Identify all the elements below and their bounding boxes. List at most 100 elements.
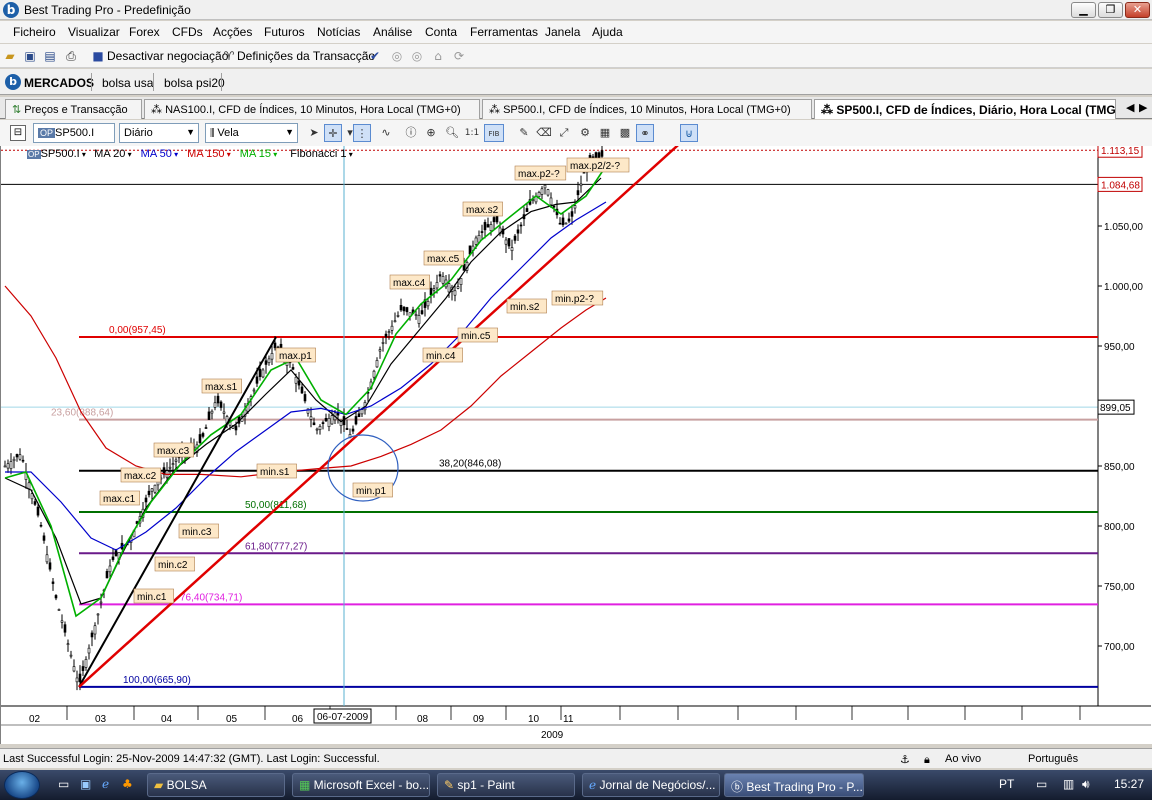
transaction-settings-icon[interactable]: ♈ [221, 48, 237, 64]
candle-body [567, 218, 571, 222]
taskbar-item-bolsa[interactable]: ▰ BOLSA [147, 773, 285, 797]
magnify-tool-icon[interactable]: 🔍︎ [443, 124, 461, 142]
tab-prices-transactions[interactable]: ⇅ Preços e Transacção [5, 99, 142, 119]
back-icon[interactable]: ◎ [389, 48, 405, 64]
minimize-button[interactable]: ▁ [1071, 2, 1096, 18]
tray-network-icon[interactable]: ▭ [1036, 777, 1047, 791]
open-icon[interactable]: ▰ [2, 48, 18, 64]
menu-noticias[interactable]: Notícias [317, 25, 360, 39]
tray-volume-icon[interactable]: 🔊︎ [1082, 777, 1090, 792]
template-tool-icon[interactable]: ▦ [596, 124, 614, 142]
candle-body [438, 274, 442, 277]
quicklaunch-explorer-icon[interactable]: ▣ [80, 777, 91, 791]
legend-ma150[interactable]: MA 150 [187, 148, 224, 160]
annotation-label: min.c5 [461, 331, 491, 342]
tab-bolsa-usa[interactable]: bolsa usa [94, 72, 161, 94]
candle-body [63, 624, 67, 633]
candle-body [45, 554, 49, 563]
menu-forex[interactable]: Forex [129, 25, 160, 39]
indicator-tool-icon[interactable]: ∿ [377, 124, 395, 142]
tab-sp500-10min[interactable]: ⁂ SP500.I, CFD de Índices, 10 Minutos, H… [482, 99, 812, 119]
menu-futuros[interactable]: Futuros [264, 25, 305, 39]
eraser-tool-icon[interactable]: ⌫ [535, 124, 553, 142]
tab-nas100-10min[interactable]: ⁂ NAS100.I, CFD de Índices, 10 Minutos, … [144, 99, 480, 119]
chart-area[interactable]: 700,00750,00800,00850,00900,00950,001.00… [0, 146, 1152, 744]
menu-visualizar[interactable]: Visualizar [68, 25, 120, 39]
transaction-settings-button[interactable]: Definições da Transacção [237, 49, 375, 63]
candle-body [303, 394, 307, 402]
save-icon[interactable]: ▣ [22, 48, 38, 64]
taskbar-item-excel[interactable]: ▦ Microsoft Excel - bo... [292, 773, 430, 797]
fibonacci-tool-button[interactable]: FIB [484, 124, 504, 142]
expand-tool-icon[interactable]: ⤢ [555, 124, 573, 142]
tab-scroll-right-icon[interactable]: ▶ [1139, 101, 1147, 114]
pointer-tool-icon[interactable]: ➤ [305, 124, 323, 142]
candle-body [489, 224, 493, 232]
start-button[interactable] [4, 771, 40, 799]
period-select[interactable]: Diário ▼ [119, 123, 199, 143]
taskbar-item-browser[interactable]: ℯ Jornal de Negócios/... [582, 773, 720, 797]
magnet-tool-icon[interactable]: ⊍ [680, 124, 698, 142]
zoom-tool-icon[interactable]: ⊕ [422, 124, 440, 142]
tray-language[interactable]: PT [999, 777, 1014, 791]
tab-scroll-left-icon[interactable]: ◀ [1126, 101, 1134, 114]
settings-tool-icon[interactable]: ⚙ [576, 124, 594, 142]
candle-body [354, 416, 358, 425]
candle-body [261, 369, 265, 378]
legend-fibonacci[interactable]: Fibonacci 1 [290, 148, 346, 160]
home-icon[interactable]: ⌂ [430, 48, 446, 64]
forward-icon[interactable]: ◎ [409, 48, 425, 64]
save-all-icon[interactable]: ▤ [42, 48, 58, 64]
draw-tool-icon[interactable]: ✎ [515, 124, 533, 142]
candle-body [324, 417, 328, 422]
symbol-field[interactable]: OP SP500.I [33, 123, 115, 143]
language-status[interactable]: Português [1028, 753, 1078, 765]
deactivate-trading-icon[interactable]: ■ [90, 48, 106, 64]
check-icon[interactable]: ✔ [367, 48, 383, 64]
quicklaunch-app-icon[interactable]: ♣ [122, 777, 133, 791]
price-chart[interactable]: 700,00750,00800,00850,00900,00950,001.00… [1, 146, 1151, 744]
menu-ajuda[interactable]: Ajuda [592, 25, 623, 39]
annotation-label: min.c1 [137, 592, 167, 603]
refresh-icon[interactable]: ⟳ [451, 48, 467, 64]
menu-accoes[interactable]: Acções [213, 25, 252, 39]
candle-body [99, 601, 103, 604]
tab-sp500-daily[interactable]: ⁂ SP500.I, CFD de Índices, Diário, Hora … [814, 99, 1116, 119]
legend-symbol[interactable]: SP500.I [41, 148, 80, 160]
chart-style-select[interactable]: ⫼ Vela ▼ [205, 123, 298, 143]
close-button[interactable]: ✕ [1125, 2, 1150, 18]
menu-ferramentas[interactable]: Ferramentas [470, 25, 538, 39]
layout-tool-icon[interactable]: ▩ [616, 124, 634, 142]
info-tool-icon[interactable]: ⓘ [402, 124, 420, 142]
print-icon[interactable]: ⎙ [63, 48, 79, 64]
crosshair-tool-icon[interactable]: ✛ [324, 124, 342, 142]
grid-tool-icon[interactable]: ⋮ [353, 124, 371, 142]
ma50-line [5, 201, 607, 551]
show-desktop-icon[interactable]: ▭ [58, 777, 69, 791]
deactivate-trading-button[interactable]: Desactivar negociação [107, 49, 228, 63]
legend-ma15[interactable]: MA 15 [240, 148, 271, 160]
taskbar-item-best-trading[interactable]: ⓑ Best Trading Pro - P... [724, 773, 864, 797]
legend-ma50[interactable]: MA 50 [141, 148, 172, 160]
taskbar-item-paint[interactable]: ✎ sp1 - Paint [437, 773, 575, 797]
menu-conta[interactable]: Conta [425, 25, 457, 39]
restore-button[interactable]: ❐ [1098, 2, 1123, 18]
tray-app-icon[interactable]: ▥ [1063, 777, 1074, 791]
candle-body [387, 331, 391, 333]
status-bar: Last Successful Login: 25-Nov-2009 14:47… [0, 748, 1152, 768]
candle-body [540, 188, 544, 195]
candle-body [519, 224, 523, 227]
quicklaunch-ie-icon[interactable]: ℯ [102, 777, 109, 791]
ratio-tool-icon[interactable]: 1:1 [463, 124, 481, 142]
menu-ficheiro[interactable]: Ficheiro [13, 25, 56, 39]
menu-janela[interactable]: Janela [545, 25, 580, 39]
collapse-icon[interactable]: ⊟ [10, 125, 26, 141]
menu-cfds[interactable]: CFDs [172, 25, 203, 39]
candle-body [207, 411, 211, 420]
link-tool-icon[interactable]: ⚭ [636, 124, 654, 142]
legend-ma20[interactable]: MA 20 [94, 148, 125, 160]
menu-analise[interactable]: Análise [373, 25, 412, 39]
tab-mercados[interactable]: MERCADOS [16, 72, 102, 94]
window-title: Best Trading Pro - Predefinição [24, 3, 191, 17]
candle-body [516, 229, 520, 234]
